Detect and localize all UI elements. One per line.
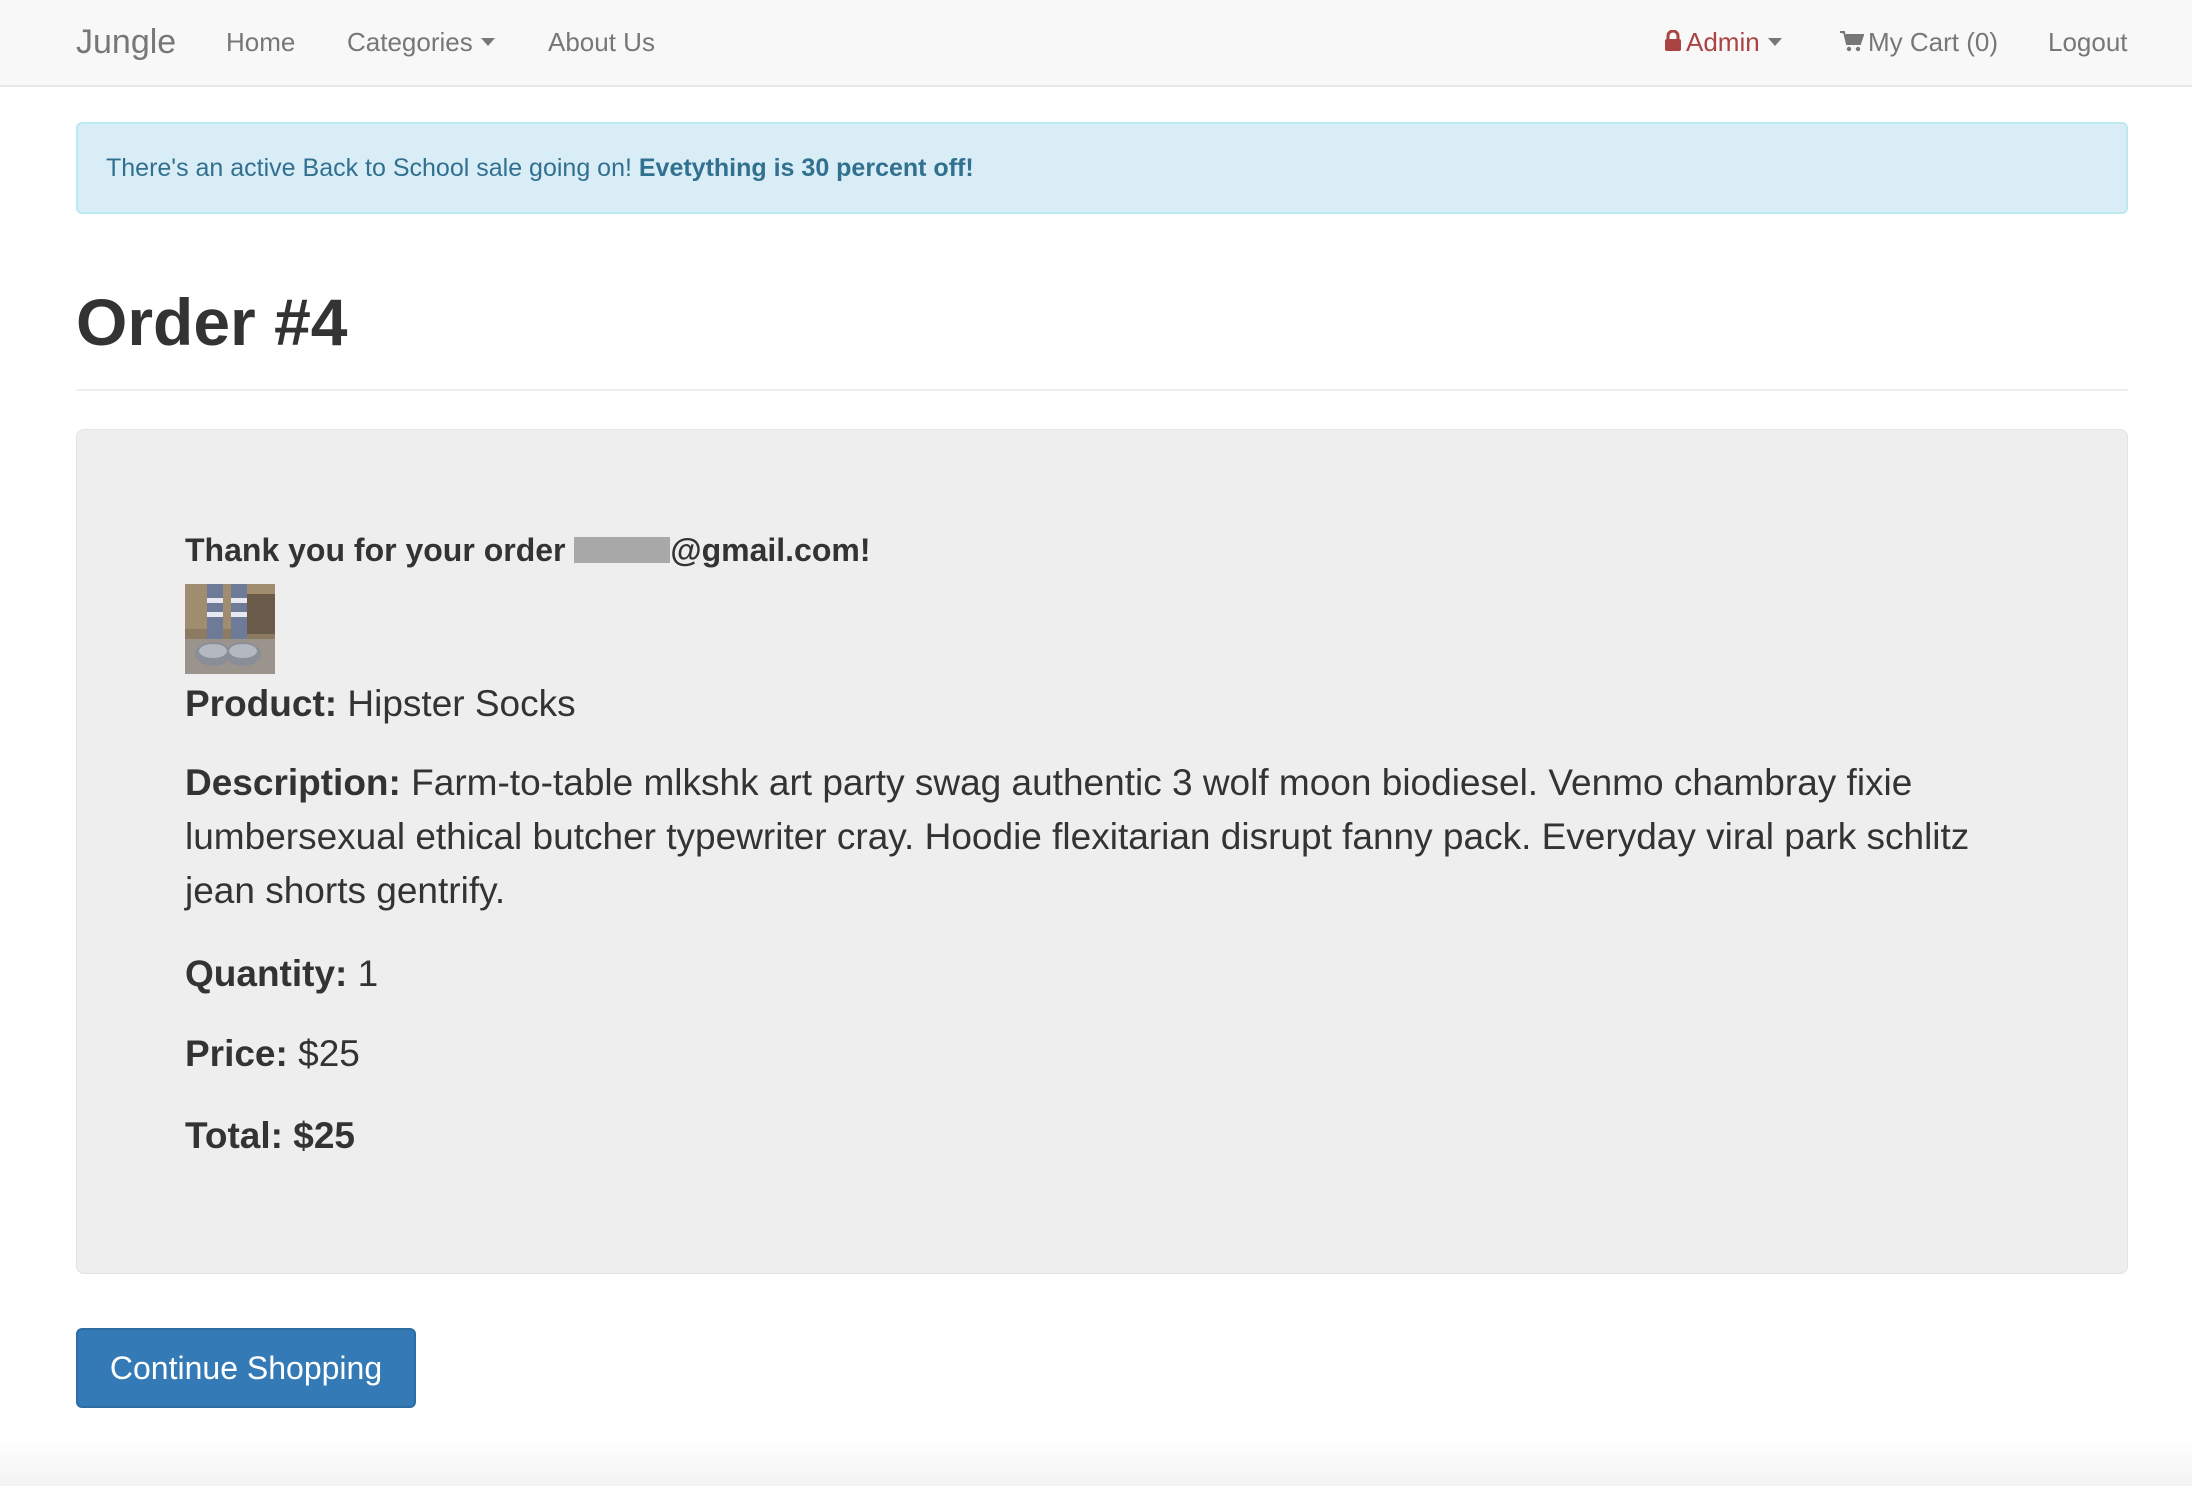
caret-down-icon <box>1767 38 1782 47</box>
nav-cart[interactable]: My Cart (0) <box>1840 22 1998 62</box>
quantity-label: Quantity: <box>185 953 348 994</box>
redacted-email <box>574 536 671 563</box>
nav-about-label: About Us <box>548 27 655 57</box>
lock-icon <box>1665 30 1681 52</box>
total-row: Total: $25 <box>185 1109 355 1163</box>
cart-icon <box>1840 31 1864 52</box>
product-thumbnail <box>185 584 275 674</box>
sale-alert-bold: Evetything is 30 percent off! <box>638 154 974 182</box>
total-label: Total: <box>185 1115 283 1156</box>
page-title: Order #4 <box>76 285 348 359</box>
total-value: $25 <box>293 1115 355 1156</box>
description-row: Description: Farm-to-table mlkshk art pa… <box>185 756 1985 918</box>
nav-admin-dropdown[interactable]: Admin <box>1664 22 1782 62</box>
brand-link[interactable]: Jungle <box>76 22 176 62</box>
navbar: Jungle Home Categories About Us Admin My… <box>0 0 2192 87</box>
nav-home-label: Home <box>226 27 296 57</box>
footer <box>0 1440 2192 1486</box>
product-value: Hipster Socks <box>347 683 576 724</box>
quantity-value: 1 <box>357 953 379 994</box>
socks-image <box>185 584 275 674</box>
description-value: Farm-to-table mlkshk art party swag auth… <box>185 762 1970 911</box>
price-label: Price: <box>185 1033 288 1074</box>
nav-categories-dropdown[interactable]: Categories <box>347 22 495 62</box>
continue-shopping-button[interactable]: Continue Shopping <box>76 1328 416 1408</box>
sale-alert: There's an active Back to School sale go… <box>76 122 2128 214</box>
sale-alert-text: There's an active Back to School sale go… <box>106 154 632 182</box>
quantity-row: Quantity: 1 <box>185 947 378 1001</box>
description-label: Description: <box>185 762 401 803</box>
caret-down-icon <box>480 38 495 47</box>
nav-about[interactable]: About Us <box>548 22 655 62</box>
product-row: Product: Hipster Socks <box>185 677 576 731</box>
nav-categories-label: Categories <box>347 27 473 57</box>
price-row: Price: $25 <box>185 1027 360 1081</box>
order-summary: Thank you for your order @gmail.com! Pro… <box>76 429 2128 1274</box>
nav-logout[interactable]: Logout <box>2048 22 2128 62</box>
nav-cart-label: My Cart (0) <box>1868 27 1998 57</box>
nav-logout-label: Logout <box>2048 27 2128 57</box>
product-label: Product: <box>185 683 338 724</box>
thank-you-message: Thank you for your order @gmail.com! <box>185 530 871 570</box>
price-value: $25 <box>298 1033 360 1074</box>
nav-admin-label: Admin <box>1686 27 1760 57</box>
email-suffix: @gmail.com! <box>670 532 871 568</box>
thank-you-prefix: Thank you for your order <box>185 532 566 568</box>
divider <box>76 389 2128 391</box>
nav-home[interactable]: Home <box>226 22 295 62</box>
